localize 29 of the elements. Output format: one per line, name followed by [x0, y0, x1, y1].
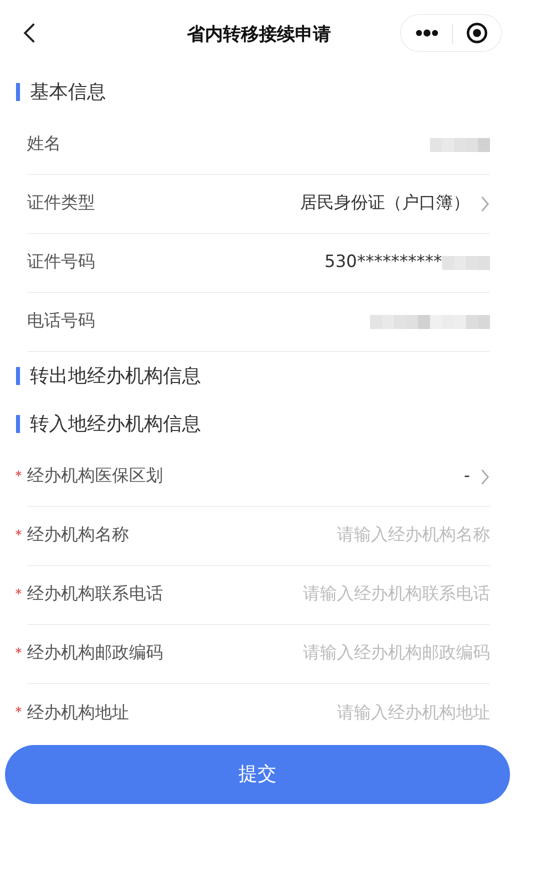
section-title: 基本信息: [30, 80, 106, 105]
blurred-value: [430, 138, 490, 152]
field-label: 经办机构联系电话: [27, 583, 163, 606]
input-field[interactable]: 请输入经办机构名称: [250, 523, 490, 549]
field-label: 姓名: [27, 133, 61, 156]
input-field[interactable]: 请输入经办机构邮政编码: [250, 641, 490, 667]
field-label: 经办机构地址: [27, 702, 129, 725]
chevron-icon: [480, 468, 490, 486]
section-title: 转入地经办机构信息: [30, 412, 201, 437]
close-icon[interactable]: [466, 22, 488, 44]
field-value: 530**********: [324, 251, 442, 274]
field-label: 证件号码: [27, 251, 95, 274]
field-value[interactable]: -: [464, 464, 470, 490]
field-label: 经办机构名称: [27, 524, 129, 548]
input-field[interactable]: 请输入经办机构地址: [250, 700, 490, 726]
field-value[interactable]: 居民身份证（户口簿）: [300, 191, 470, 217]
chevron-icon: [480, 195, 490, 213]
blurred-value: [442, 256, 490, 270]
submit-button[interactable]: 提交: [5, 745, 510, 804]
capsule-menu[interactable]: [400, 14, 502, 52]
field-label: 经办机构邮政编码: [27, 642, 163, 666]
back-icon[interactable]: [22, 22, 36, 44]
section-title: 转出地经办机构信息: [30, 364, 201, 389]
page-title: 省内转移接续申请: [187, 22, 331, 46]
field-label: 证件类型: [27, 192, 95, 216]
field-label: 电话号码: [27, 310, 95, 334]
field-label: 经办机构医保区划: [27, 465, 163, 488]
input-field[interactable]: 请输入经办机构联系电话: [250, 582, 490, 608]
more-icon[interactable]: [415, 28, 439, 38]
